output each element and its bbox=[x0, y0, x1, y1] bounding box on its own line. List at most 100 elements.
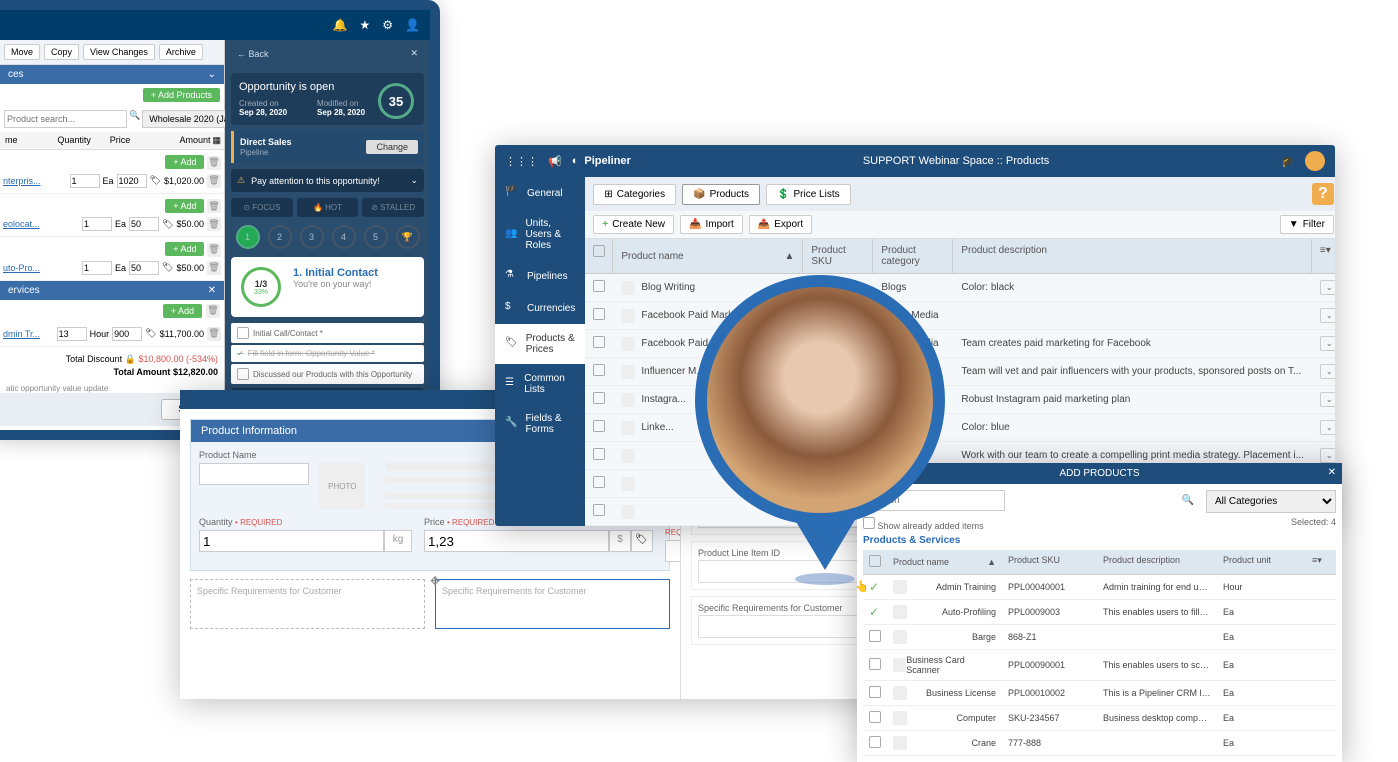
drag-icon[interactable] bbox=[621, 421, 635, 435]
product-row[interactable]: Facebook Paid Marketing (1... *7 Social … bbox=[585, 302, 1335, 330]
svc-qty[interactable] bbox=[57, 327, 87, 341]
nav-units-users[interactable]: 👥Units, Users & Roles bbox=[495, 209, 585, 260]
select-all-checkbox[interactable] bbox=[593, 245, 605, 257]
help-button[interactable]: ? bbox=[1312, 183, 1334, 205]
columns-menu[interactable]: ≡▾ bbox=[1306, 550, 1336, 574]
product-row[interactable]: Influencer M... ial Media Team will vet … bbox=[585, 358, 1335, 386]
row-menu[interactable]: ⌄ bbox=[1320, 392, 1335, 407]
search-icon[interactable]: 🔍 bbox=[1182, 495, 1194, 506]
row-checkbox[interactable] bbox=[593, 308, 605, 320]
row-checkbox[interactable] bbox=[593, 336, 605, 348]
move-handle-icon[interactable]: ✥ bbox=[430, 574, 440, 588]
qty-input[interactable] bbox=[70, 174, 100, 188]
dialog-product-row[interactable]: 👆✓ Admin Training PPL00040001 Admin trai… bbox=[863, 575, 1336, 600]
checked-icon[interactable]: ✓ bbox=[869, 605, 879, 619]
copy-button[interactable]: Copy bbox=[44, 44, 79, 60]
graduation-icon[interactable]: 🎓 bbox=[1281, 155, 1295, 168]
drag-icon[interactable] bbox=[893, 736, 907, 750]
tag-icon[interactable]: 🏷 bbox=[162, 262, 173, 273]
add-service-button[interactable]: + Add bbox=[163, 304, 202, 318]
price-input[interactable] bbox=[117, 174, 147, 188]
row-checkbox[interactable] bbox=[593, 504, 605, 516]
select-all-checkbox[interactable] bbox=[869, 555, 881, 567]
drag-icon[interactable] bbox=[893, 658, 906, 672]
export-button[interactable]: 📤Export bbox=[749, 215, 812, 234]
add-products-button[interactable]: + Add Products bbox=[143, 88, 220, 102]
row-checkbox[interactable] bbox=[593, 364, 605, 376]
col-sku[interactable]: Product SKU bbox=[1002, 550, 1097, 574]
view-changes-button[interactable]: View Changes bbox=[83, 44, 155, 60]
add-button[interactable]: + Add bbox=[165, 242, 204, 256]
product-name-link[interactable]: nterpris... bbox=[3, 176, 67, 186]
drag-icon[interactable] bbox=[893, 605, 907, 619]
nav-common-lists[interactable]: ☰Common Lists bbox=[495, 364, 585, 404]
row-checkbox[interactable] bbox=[593, 420, 605, 432]
qty-input[interactable] bbox=[82, 261, 112, 275]
chevron-down-icon[interactable]: ⌄ bbox=[208, 69, 216, 80]
row-checkbox[interactable] bbox=[593, 476, 605, 488]
subtab-products[interactable]: 📦Products bbox=[682, 184, 760, 205]
dialog-product-row[interactable]: ✓ Auto-Profiling PPL0009003 This enables… bbox=[863, 600, 1336, 625]
nav-currencies[interactable]: $Currencies bbox=[495, 292, 585, 324]
svc-price[interactable] bbox=[112, 327, 142, 341]
row-checkbox[interactable] bbox=[593, 448, 605, 460]
spec-req-1[interactable]: Specific Requirements for Customer bbox=[197, 586, 418, 596]
row-menu[interactable]: ⌄ bbox=[1320, 336, 1335, 351]
dialog-search-input[interactable] bbox=[863, 490, 1005, 511]
price-input[interactable] bbox=[129, 261, 159, 275]
close-icon[interactable]: ✕ bbox=[1328, 467, 1336, 478]
trash-icon[interactable]: 🗑 bbox=[207, 199, 221, 213]
product-row[interactable]: Blog Writing 10010020 Blogs Color: black… bbox=[585, 274, 1335, 302]
check-item[interactable]: Discussed our Products with this Opportu… bbox=[231, 364, 424, 384]
trash-icon[interactable]: 🗑 bbox=[207, 261, 221, 275]
product-search-input[interactable] bbox=[4, 110, 127, 128]
row-menu[interactable]: ⌄ bbox=[1320, 364, 1335, 379]
stage-3[interactable]: 3 bbox=[300, 225, 324, 249]
trash-icon[interactable]: 🗑 bbox=[207, 243, 221, 257]
row-checkbox[interactable] bbox=[869, 658, 881, 670]
nav-pipelines[interactable]: ⚗Pipelines bbox=[495, 260, 585, 292]
spec-req-2[interactable]: Specific Requirements for Customer bbox=[442, 586, 663, 596]
nav-general[interactable]: 🏴General bbox=[495, 177, 585, 209]
dialog-product-row[interactable]: Business License PPL00010002 This is a P… bbox=[863, 681, 1336, 706]
check-item[interactable]: Initial Call/Contact * bbox=[231, 323, 424, 343]
move-button[interactable]: Move bbox=[4, 44, 40, 60]
dialog-product-row[interactable]: Computer SKU-234567 Business desktop com… bbox=[863, 706, 1336, 731]
trash-icon[interactable]: 🗑 bbox=[207, 327, 221, 341]
drag-icon[interactable] bbox=[893, 686, 907, 700]
close-icon[interactable]: ✕ bbox=[208, 285, 216, 296]
stage-2[interactable]: 2 bbox=[268, 225, 292, 249]
trash-icon[interactable]: 🗑 bbox=[207, 217, 221, 231]
show-added-checkbox[interactable]: Show already added items bbox=[863, 517, 984, 531]
product-name-link[interactable]: uto-Pro... bbox=[3, 263, 79, 273]
drag-icon[interactable] bbox=[621, 281, 635, 295]
subtab-price-lists[interactable]: 💲Price Lists bbox=[766, 184, 851, 205]
drag-icon[interactable] bbox=[621, 309, 635, 323]
drag-icon[interactable] bbox=[621, 449, 635, 463]
row-menu[interactable]: ⌄ bbox=[1320, 280, 1335, 295]
change-button[interactable]: Change bbox=[366, 140, 418, 154]
stage-5[interactable]: 5 bbox=[364, 225, 388, 249]
row-menu[interactable]: ⌄ bbox=[1320, 420, 1335, 435]
user-icon[interactable]: 👤 bbox=[405, 18, 420, 32]
row-checkbox[interactable] bbox=[869, 711, 881, 723]
stage-1[interactable]: 1 bbox=[236, 225, 260, 249]
add-button[interactable]: + Add bbox=[165, 155, 204, 169]
dialog-product-row[interactable]: Crane 777-888 Ea bbox=[863, 731, 1336, 756]
stage-4[interactable]: 4 bbox=[332, 225, 356, 249]
archive-button[interactable]: Archive bbox=[159, 44, 203, 60]
qty-input[interactable] bbox=[82, 217, 112, 231]
col-product-name[interactable]: Product name▲ bbox=[887, 550, 1002, 574]
focus-button[interactable]: ⊙ FOCUS bbox=[231, 198, 293, 217]
product-row[interactable]: Linke... edia Color: blue ⌄ bbox=[585, 414, 1335, 442]
tag-icon[interactable]: 🏷 bbox=[145, 328, 156, 339]
filter-button[interactable]: ▼Filter bbox=[1280, 215, 1334, 234]
product-name-field[interactable] bbox=[199, 463, 309, 485]
subtab-categories[interactable]: ⊞Categories bbox=[593, 184, 676, 205]
checked-icon[interactable]: ✓ bbox=[869, 580, 879, 594]
row-checkbox[interactable] bbox=[593, 280, 605, 292]
pipeliner-logo[interactable]: ◐Pipeliner bbox=[572, 155, 631, 167]
drag-icon[interactable] bbox=[893, 580, 907, 594]
drag-icon[interactable] bbox=[621, 337, 635, 351]
gear-icon[interactable]: ⚙ bbox=[382, 18, 393, 32]
